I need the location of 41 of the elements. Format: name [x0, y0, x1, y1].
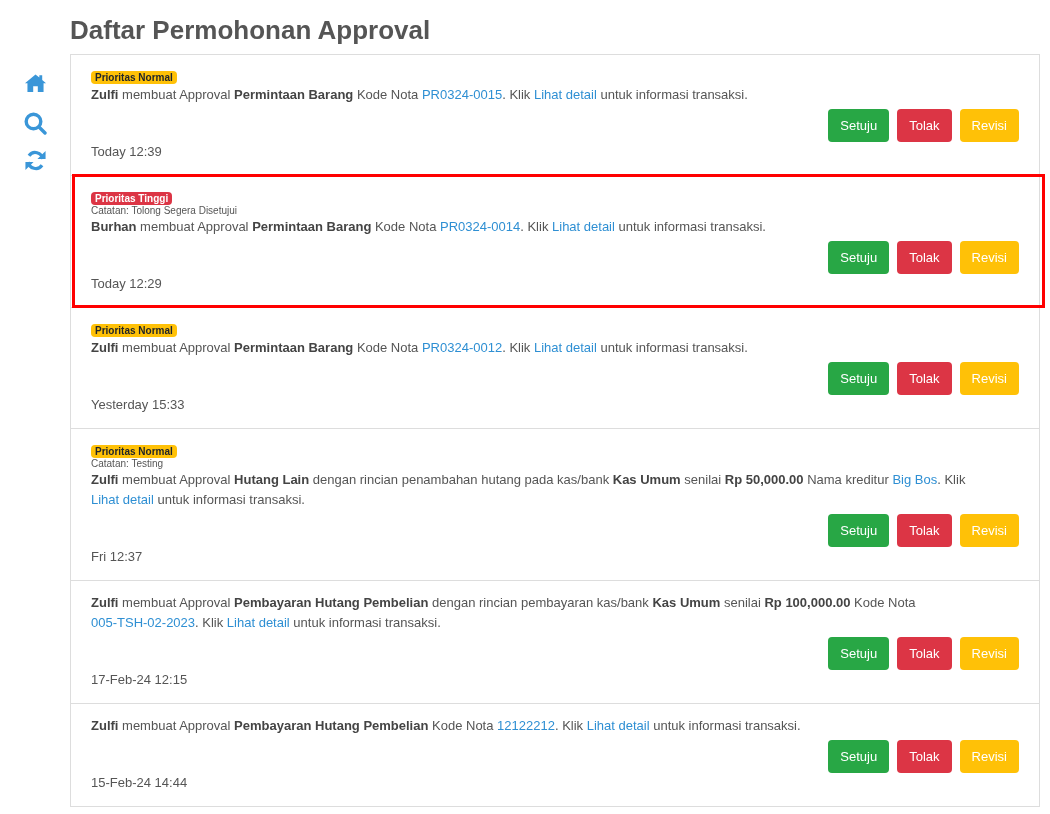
inline-link[interactable]: Lihat detail [91, 492, 154, 507]
priority-badge: Prioritas Tinggi [91, 192, 173, 205]
note-text: Catatan: Testing [91, 458, 164, 469]
reject-button[interactable]: Tolak [897, 637, 952, 670]
timestamp: 15-Feb-24 14:44 [91, 774, 188, 792]
refresh-icon[interactable] [24, 149, 47, 172]
inline-link[interactable]: Lihat detail [226, 615, 290, 630]
message-text: Zulfi membuat Approval Permintaan Barang Kode Nota PR0324-0015. Klik Lihat detail untuk informasi transaksi. [91, 86, 749, 104]
timestamp: Yesterday 15:33 [91, 396, 185, 414]
approve-button[interactable]: Setuju [828, 637, 890, 670]
message-text: Zulfi membuat Approval Pembayaran Hutang Pembelian Kode Nota 12122212. Klik Lihat detail untuk informasi transaksi. [91, 717, 802, 735]
approve-button[interactable]: Setuju [828, 740, 890, 773]
reject-button[interactable]: Tolak [897, 740, 952, 773]
inline-link[interactable]: Lihat detail [552, 219, 615, 234]
page-title: Daftar Permohonan Approval [70, 14, 431, 47]
reject-button[interactable]: Tolak [897, 241, 952, 274]
search-icon[interactable] [24, 112, 47, 135]
timestamp: 17-Feb-24 12:15 [91, 671, 188, 689]
timestamp: Today 12:29 [91, 275, 162, 293]
approve-button[interactable]: Setuju [828, 362, 890, 395]
message-text: Burhan membuat Approval Permintaan Barang Kode Nota PR0324-0014. Klik Lihat detail untuk informasi transaksi. [91, 218, 767, 236]
inline-link[interactable]: 12122212 [497, 718, 555, 733]
approve-button[interactable]: Setuju [828, 241, 890, 274]
message-text: Zulfi membuat Approval Pembayaran Hutang Pembelian dengan rincian pembayaran kas/bank Kas Umum senilai Rp 100,000.00 Kode Nota 005-TSH-02-2023. Klik Lihat detail untuk informasi transaksi. [91, 594, 917, 632]
approve-button[interactable]: Setuju [828, 109, 890, 142]
home-icon[interactable] [24, 73, 47, 93]
inline-link[interactable]: Lihat detail [533, 87, 597, 102]
inline-link[interactable]: Lihat detail [586, 718, 650, 733]
note-text: Catatan: Tolong Segera Disetujui [91, 205, 238, 216]
reject-button[interactable]: Tolak [897, 362, 952, 395]
priority-badge: Prioritas Normal [91, 324, 177, 337]
message-text: Zulfi membuat Approval Hutang Lain dengan rincian penambahan hutang pada kas/bank Kas Umum senilai Rp 50,000.00 Nama kreditur Big Bos. Klik Lihat detail untuk informasi transaksi. [91, 471, 967, 509]
priority-badge: Prioritas Normal [91, 71, 177, 84]
timestamp: Fri 12:37 [91, 548, 143, 566]
approve-button[interactable]: Setuju [828, 514, 890, 547]
message-text: Zulfi membuat Approval Permintaan Barang Kode Nota PR0324-0012. Klik Lihat detail untuk informasi transaksi. [91, 339, 749, 357]
reject-button[interactable]: Tolak [897, 514, 952, 547]
priority-badge: Prioritas Normal [91, 445, 177, 458]
reject-button[interactable]: Tolak [897, 109, 952, 142]
inline-link[interactable]: Lihat detail [533, 340, 597, 355]
timestamp: Today 12:39 [91, 143, 162, 161]
